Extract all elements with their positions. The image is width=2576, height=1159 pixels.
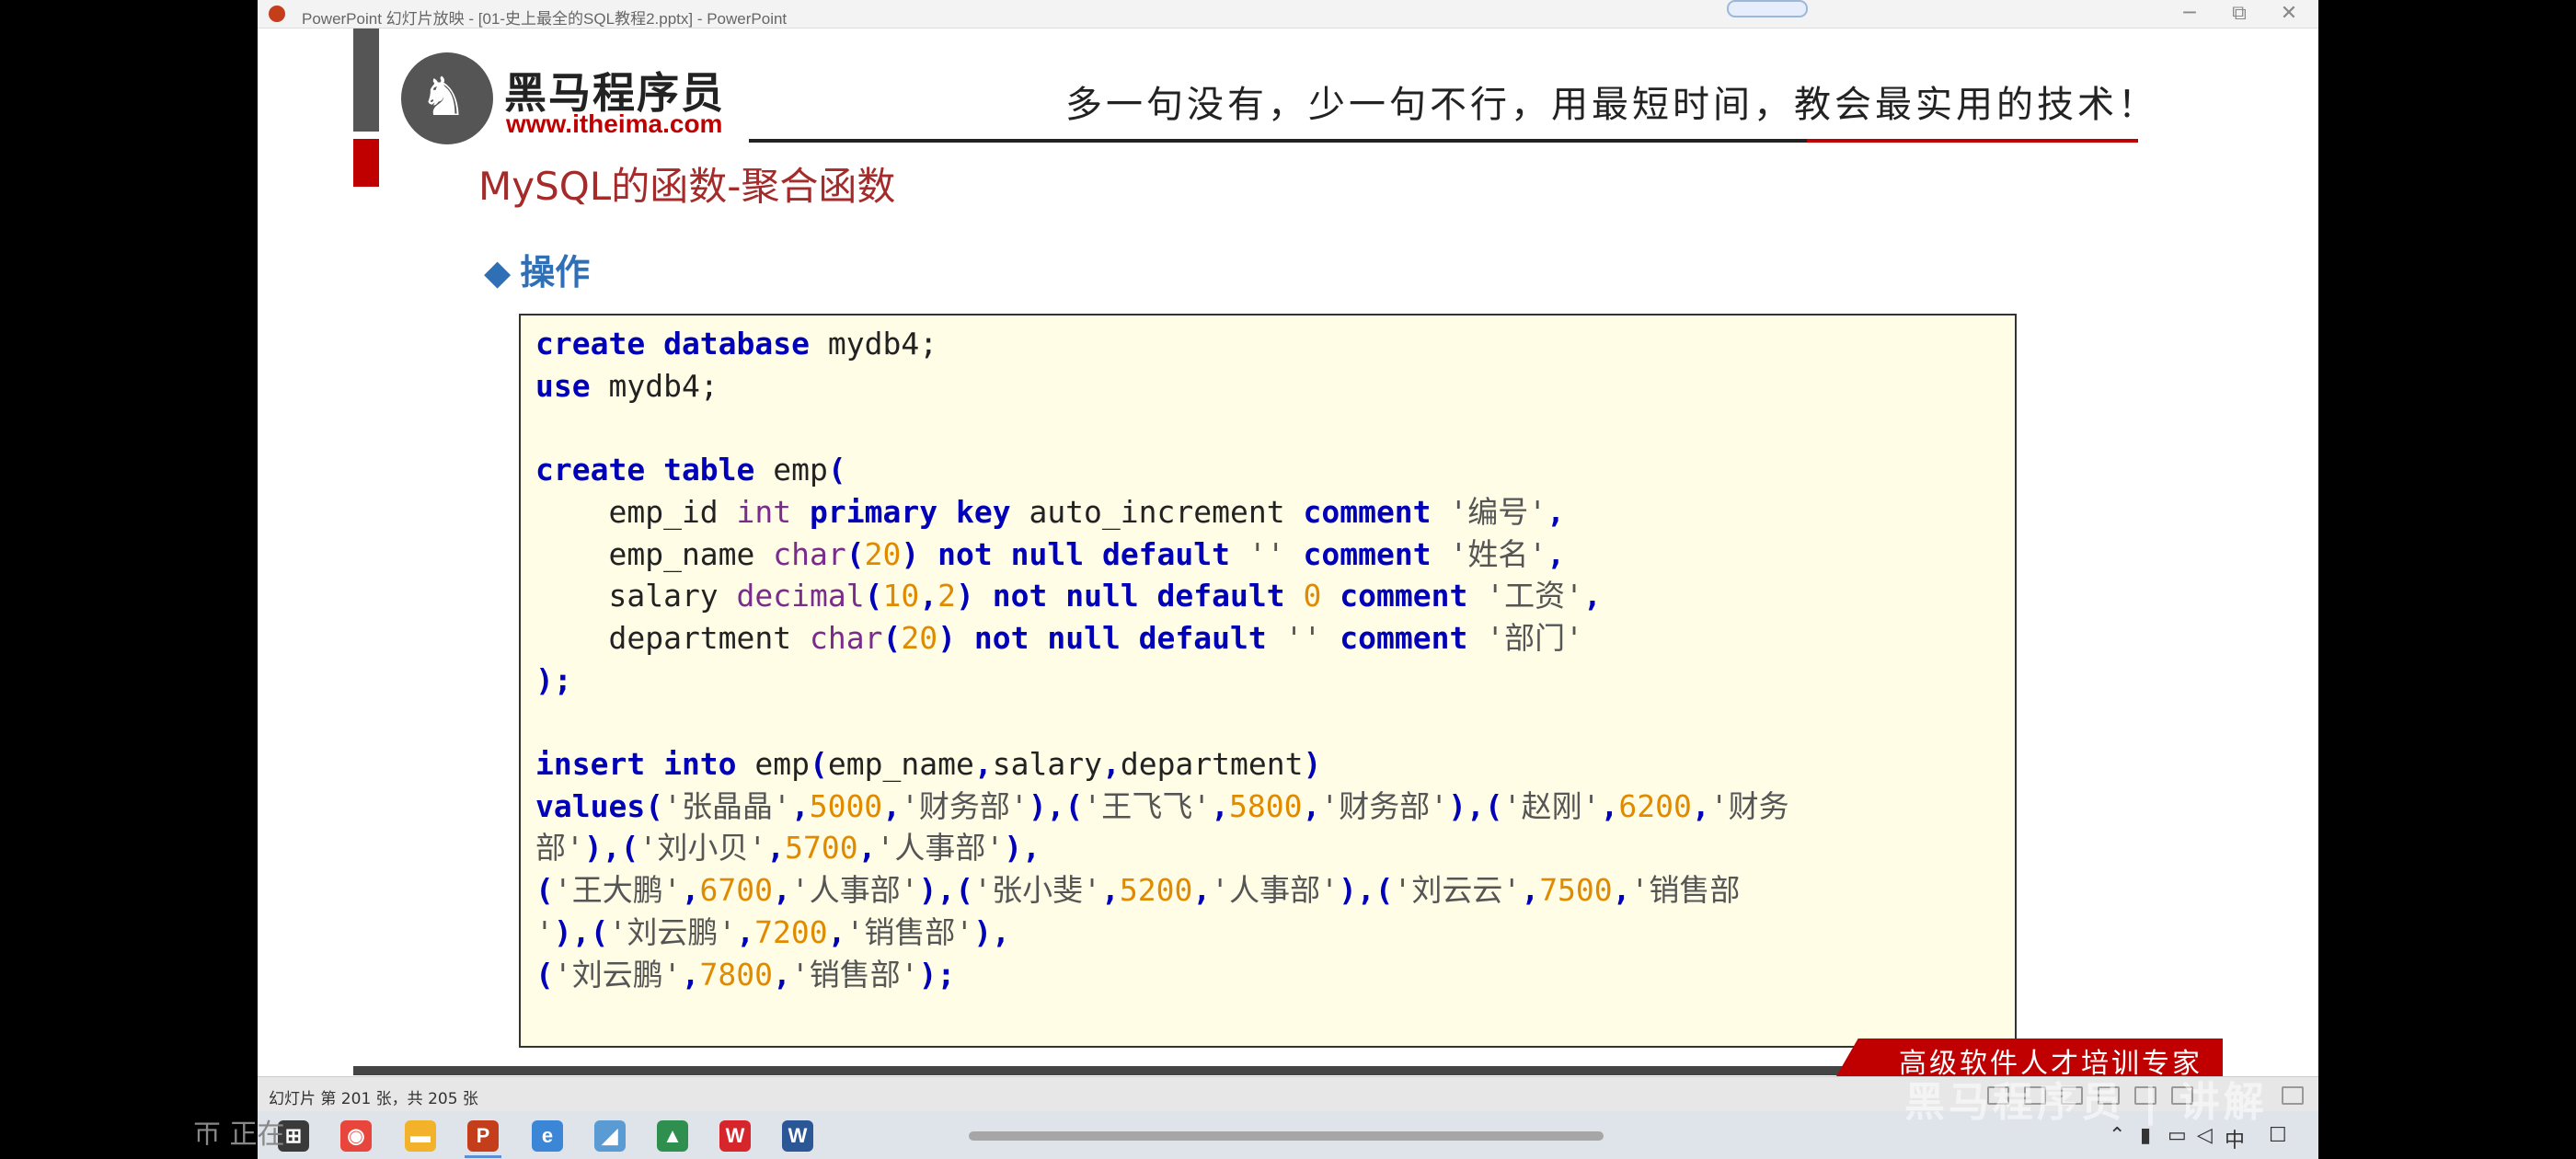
chrome-icon[interactable]: ◉ xyxy=(340,1120,372,1152)
slide-title: MySQL的函数-聚合函数 xyxy=(478,164,896,209)
horse-logo-icon: ♞ xyxy=(420,65,467,128)
word-icon[interactable]: W xyxy=(782,1120,813,1152)
powerpoint-icon xyxy=(269,6,285,22)
slide[interactable]: ♞ 黑马程序员 www.itheima.com 多一句没有，少一句不行，用最短时… xyxy=(353,29,2223,1076)
decor-bar-grey xyxy=(353,29,379,132)
footer-rule xyxy=(353,1066,1917,1075)
decor-bar-red xyxy=(353,139,379,187)
slogan: 多一句没有，少一句不行，用最短时间，教会最实用的技术！ xyxy=(1065,84,2158,126)
app-icon[interactable]: ◢ xyxy=(594,1120,626,1152)
powerpoint-taskbar-icon[interactable]: P xyxy=(467,1120,499,1152)
powerpoint-window: PowerPoint 幻灯片放映 - [01-史上最全的SQL教程2.pptx]… xyxy=(258,0,2318,1159)
slide-counter: 幻灯片 第 201 张，共 205 张 xyxy=(269,1090,478,1108)
browser-icon[interactable]: e xyxy=(532,1120,563,1152)
close-button[interactable]: ✕ xyxy=(2271,2,2307,26)
sql-code: create database mydb4; use mydb4; create… xyxy=(535,326,1789,993)
chart-app-icon[interactable]: ▲ xyxy=(657,1120,688,1152)
section-heading: ◆ 操作 xyxy=(484,244,590,294)
lecturer-watermark: 黑马程序员 | 讲解 xyxy=(1904,1079,2268,1126)
restore-button[interactable]: ⧉ xyxy=(2221,2,2258,26)
horizontal-scrollbar[interactable] xyxy=(969,1131,1604,1141)
file-explorer-icon[interactable]: ▬ xyxy=(405,1120,436,1152)
touch-handle[interactable] xyxy=(1727,0,1808,17)
left-margin xyxy=(258,29,353,1076)
active-app-indicator xyxy=(465,1155,501,1158)
recording-overlay: ㄭ 正在 xyxy=(193,1119,285,1151)
minimize-button[interactable]: ─ xyxy=(2171,2,2208,26)
section-label: 操作 xyxy=(520,252,591,293)
notification-icon[interactable]: ☐ xyxy=(2269,1124,2287,1147)
header-rule-accent xyxy=(1807,139,2138,143)
present-icon[interactable] xyxy=(2282,1086,2304,1105)
right-margin xyxy=(2223,29,2318,1076)
wps-icon[interactable]: W xyxy=(719,1120,751,1152)
title-bar: PowerPoint 幻灯片放映 - [01-史上最全的SQL教程2.pptx]… xyxy=(258,0,2318,29)
logo-url: www.itheima.com xyxy=(506,109,723,138)
header-rule xyxy=(749,139,1816,143)
code-box: create database mydb4; use mydb4; create… xyxy=(519,314,2017,1048)
window-title: PowerPoint 幻灯片放映 - [01-史上最全的SQL教程2.pptx]… xyxy=(302,10,788,28)
input-method-label[interactable]: 中 xyxy=(2225,1124,2245,1153)
diamond-bullet-icon: ◆ xyxy=(484,252,512,293)
